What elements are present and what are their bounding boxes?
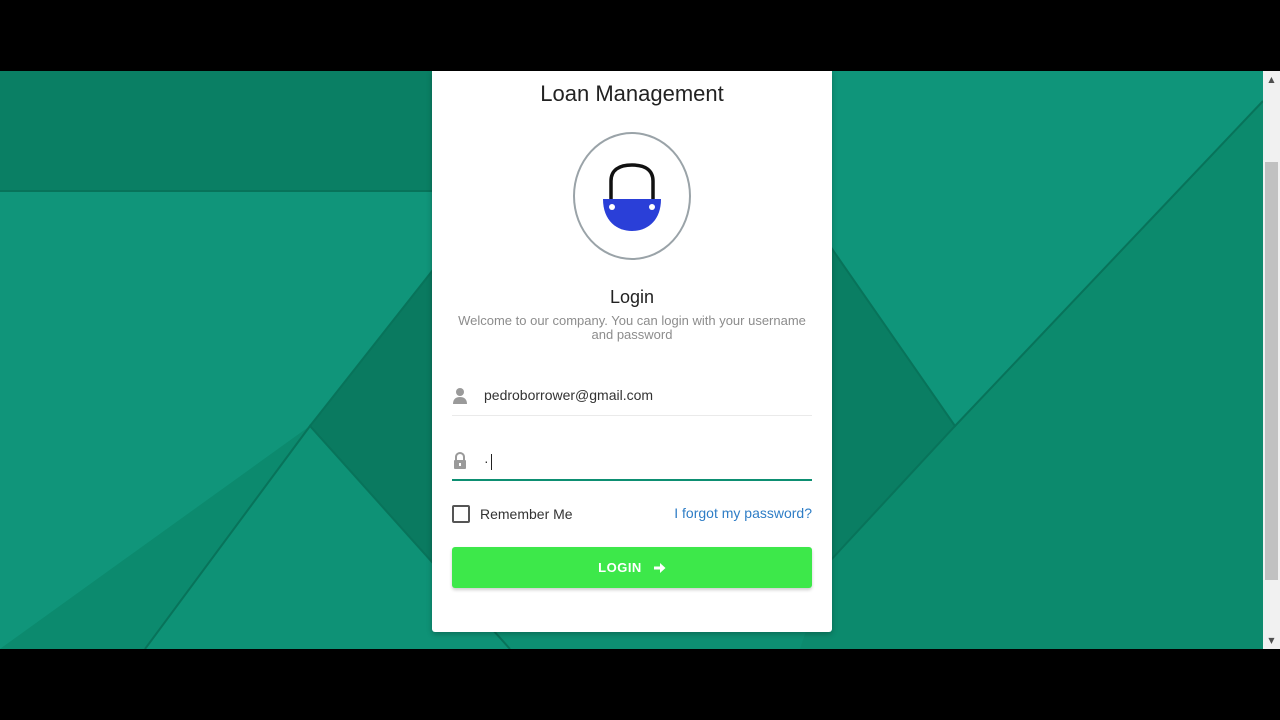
remember-me-label[interactable]: Remember Me bbox=[480, 506, 573, 522]
scroll-up-icon[interactable]: ▲ bbox=[1263, 71, 1280, 88]
username-input[interactable] bbox=[484, 376, 804, 414]
username-field[interactable] bbox=[452, 376, 812, 416]
lock-icon bbox=[454, 452, 466, 469]
logo bbox=[573, 132, 691, 260]
remember-me[interactable]: Remember Me bbox=[452, 504, 573, 524]
vertical-scrollbar[interactable]: ▲ ▼ bbox=[1263, 71, 1280, 649]
login-button-label: LOGIN bbox=[598, 560, 642, 575]
app-title: Loan Management bbox=[540, 81, 724, 106]
text-caret bbox=[490, 454, 492, 471]
arrow-right-icon bbox=[653, 562, 666, 573]
login-heading: Login bbox=[609, 287, 655, 307]
remember-me-checkbox[interactable] bbox=[452, 505, 470, 523]
login-card: Loan Management Login Welcome to our com… bbox=[432, 71, 832, 632]
scroll-down-icon[interactable]: ▼ bbox=[1263, 632, 1280, 649]
browser-viewport: Loan Management Login Welcome to our com… bbox=[0, 71, 1280, 649]
scrollbar-thumb[interactable] bbox=[1265, 162, 1278, 580]
login-button[interactable]: LOGIN bbox=[452, 547, 812, 588]
letterbox-bottom bbox=[0, 649, 1280, 720]
password-input[interactable]: · bbox=[484, 452, 492, 471]
user-icon bbox=[453, 388, 467, 404]
letterbox-top bbox=[0, 0, 1280, 71]
welcome-text: Welcome to our company. You can login wi… bbox=[458, 313, 806, 342]
forgot-password-link[interactable]: I forgot my password? bbox=[674, 505, 812, 521]
password-mask: · bbox=[484, 453, 489, 469]
basket-icon bbox=[603, 163, 661, 231]
password-field[interactable]: · bbox=[452, 441, 812, 481]
